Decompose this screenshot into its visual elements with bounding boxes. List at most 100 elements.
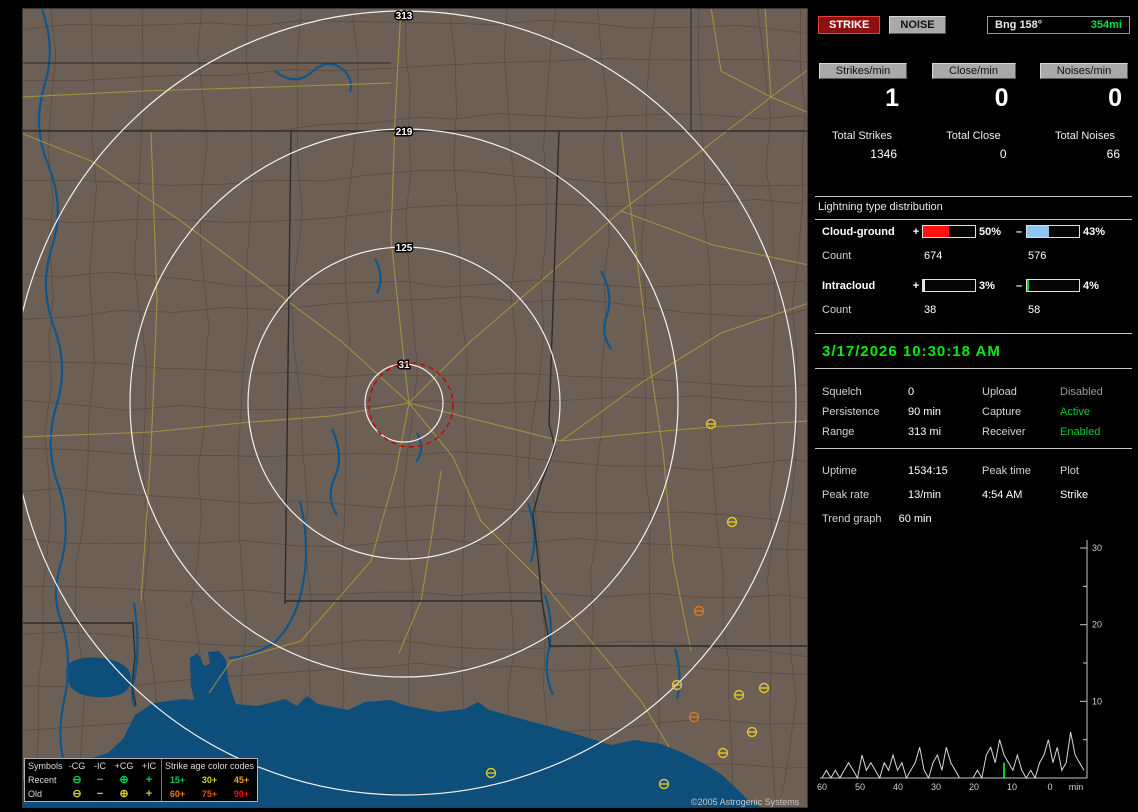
legend-row-label: Recent	[28, 775, 57, 785]
x-tick-label: 10	[1007, 782, 1017, 792]
copyright-text: ©2005 Astrogenic Systems	[691, 797, 800, 807]
total-noises-value: 66	[1106, 147, 1120, 161]
legend-row-label: Old	[28, 789, 43, 799]
total-strikes-label: Total Strikes	[832, 130, 892, 142]
trend-generated-layer: 10 20 30 60 50 40 30 20 10 0 min	[817, 543, 1102, 792]
pos-cg-symbol-icon: ⊕	[119, 788, 129, 800]
bearing-value: Bng 158°	[995, 19, 1043, 31]
range-ring-label: 313	[396, 11, 413, 22]
x-tick-label: 0	[1047, 782, 1052, 792]
close-per-min-value: 0	[994, 84, 1009, 112]
total-close: Total Close 0	[933, 130, 1015, 161]
noises-per-min-chip[interactable]: Noises/min	[1040, 63, 1128, 79]
strikes-per-min-chip[interactable]: Strikes/min	[819, 63, 907, 79]
upload-label: Upload	[982, 386, 1017, 398]
status-row: Range 313 mi Receiver Enabled	[815, 422, 1132, 442]
close-per-min-chip[interactable]: Close/min	[931, 63, 1016, 79]
peak-rate-label: Peak rate	[822, 489, 870, 501]
total-close-value: 0	[999, 147, 1007, 161]
ic-positive-count: 38	[924, 303, 937, 316]
legend-header: +CG	[114, 761, 134, 771]
lightning-map[interactable]: 313 219 125 31 Symbols -CG -IC +CG +IC S…	[22, 8, 808, 808]
intracloud-row: Intracloud + 3% – 4%	[815, 278, 1132, 293]
status-row: Squelch 0 Upload Disabled	[815, 382, 1132, 402]
pos-cg-symbol-icon: ⊕	[119, 774, 129, 786]
cloud-ground-row: Cloud-ground + 50% – 43%	[815, 224, 1132, 239]
age-code: 30+	[201, 775, 218, 785]
count-label: Count	[822, 249, 852, 262]
persistence-label: Persistence	[822, 406, 880, 418]
x-tick-label: 20	[969, 782, 979, 792]
age-code: 75+	[201, 789, 218, 799]
age-code: 90+	[233, 789, 250, 799]
cg-positive-count: 674	[924, 249, 943, 262]
bearing-range-value: 354mi	[1090, 19, 1122, 31]
ic-negative-bar	[1026, 279, 1080, 292]
x-tick-label: 60	[817, 782, 827, 792]
x-tick-label: min	[1069, 782, 1084, 792]
x-tick-label: 50	[855, 782, 865, 792]
totals-row: Total Strikes 1346 Total Close 0 Total N…	[815, 130, 1132, 161]
ic-positive-fill	[923, 280, 925, 291]
y-tick-label: 30	[1092, 543, 1102, 553]
peak-time-label: Peak time	[982, 465, 1031, 477]
info-row: Uptime 1534:15 Peak time Plot	[815, 460, 1132, 482]
trend-graph: 10 20 30 60 50 40 30 20 10 0 min	[817, 530, 1129, 801]
noises-per-min-value: 0	[1108, 84, 1122, 112]
map-canvas: 313 219 125 31	[23, 9, 807, 807]
neg-ic-symbol-icon: −	[96, 788, 104, 800]
cg-positive-fill	[923, 226, 949, 237]
upload-status: Disabled	[1060, 386, 1103, 398]
legend-header: Symbols	[28, 761, 63, 771]
cg-positive-bar	[922, 225, 976, 238]
cg-negative-fill	[1027, 226, 1050, 237]
age-code: 60+	[161, 787, 193, 801]
legend-header: -IC	[94, 761, 106, 771]
minus-sign: –	[1015, 225, 1023, 238]
range-value: 313 mi	[908, 426, 942, 438]
receiver-label: Receiver	[982, 426, 1026, 438]
rate-values-row: 1 0 0	[815, 84, 1132, 113]
ic-positive-pct: 3%	[979, 279, 995, 292]
status-row: Persistence 90 min Capture Active	[815, 402, 1132, 422]
total-close-label: Total Close	[946, 130, 1001, 142]
datetime-box: 3/17/2026 10:30:18 AM	[815, 333, 1132, 369]
intracloud-label: Intracloud	[822, 279, 876, 292]
datetime-value: 3/17/2026 10:30:18 AM	[822, 342, 1001, 360]
x-tick-label: 40	[893, 782, 903, 792]
total-noises-label: Total Noises	[1055, 130, 1115, 142]
range-ring-label: 125	[396, 243, 413, 254]
cloud-ground-label: Cloud-ground	[822, 225, 895, 238]
map-legend: Symbols -CG -IC +CG +IC Strike age color…	[24, 758, 258, 802]
trend-strikes-line	[821, 731, 1085, 780]
pos-ic-symbol-icon: +	[145, 774, 153, 786]
ic-negative-pct: 4%	[1083, 279, 1099, 292]
plus-sign: +	[912, 225, 920, 238]
trend-graph-label: Trend graph	[822, 513, 882, 525]
age-code: 45+	[233, 775, 250, 785]
noise-mode-button[interactable]: NOISE	[889, 16, 946, 34]
neg-cg-symbol-icon: ⊖	[72, 774, 82, 786]
total-noises: Total Noises 66	[1042, 130, 1128, 161]
uptime-label: Uptime	[822, 465, 857, 477]
legend-header: -CG	[68, 761, 86, 771]
trend-graph-row: Trend graph 60 min	[815, 513, 1132, 525]
mode-button-row: STRIKE NOISE Bng 158° 354mi	[815, 16, 1132, 34]
cg-negative-count: 576	[1028, 249, 1047, 262]
range-label: Range	[822, 426, 855, 438]
ic-negative-count: 58	[1028, 303, 1041, 316]
divider	[815, 448, 1132, 449]
strike-mode-button[interactable]: STRIKE	[818, 16, 881, 34]
neg-ic-symbol-icon: −	[96, 774, 104, 786]
rate-chip-row: Strikes/min Close/min Noises/min	[815, 63, 1132, 79]
ic-negative-fill	[1027, 280, 1030, 291]
y-tick-label: 10	[1092, 696, 1102, 706]
capture-label: Capture	[982, 406, 1022, 418]
legend-header: +IC	[141, 761, 157, 771]
neg-cg-symbol-icon: ⊖	[72, 788, 82, 800]
y-tick-label: 20	[1092, 620, 1102, 630]
cg-negative-pct: 43%	[1083, 225, 1106, 238]
squelch-value: 0	[908, 386, 915, 398]
divider	[815, 196, 1132, 197]
cg-negative-bar	[1026, 225, 1080, 238]
